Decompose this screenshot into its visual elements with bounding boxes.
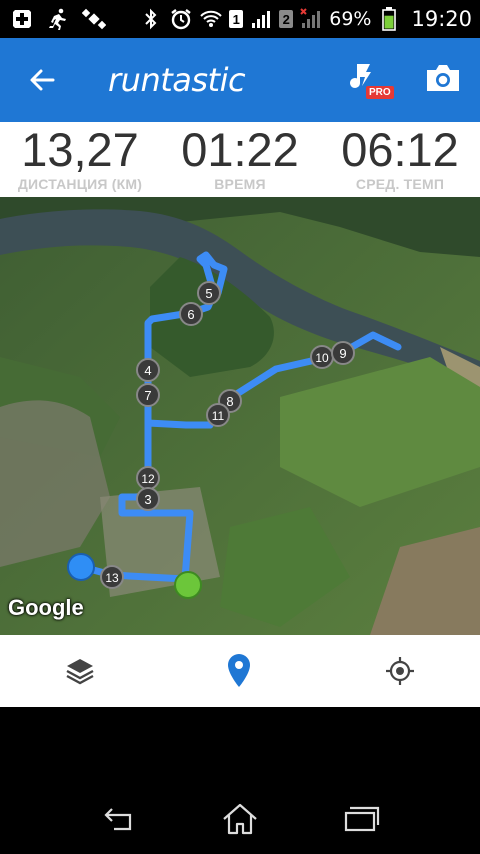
map-toolbar (0, 635, 480, 707)
camera-button[interactable] (424, 62, 464, 98)
map-pin-button[interactable] (219, 651, 259, 691)
svg-text:4: 4 (144, 363, 151, 378)
map-pin-icon (228, 654, 250, 687)
nav-back-button[interactable] (98, 801, 142, 837)
wifi-icon (199, 7, 223, 31)
svg-text:6: 6 (187, 307, 194, 322)
stat-distance: 13,27 ДИСТАНЦИЯ (КМ) (0, 122, 160, 197)
svg-text:13: 13 (105, 571, 119, 585)
svg-text:11: 11 (212, 409, 225, 423)
pace-label: СРЕД. ТЕМП (355, 176, 445, 192)
end-point-marker[interactable] (174, 571, 202, 599)
time-label: ВРЕМЯ (214, 176, 266, 192)
battery-icon (377, 7, 401, 31)
signal-no-service-icon (299, 7, 323, 31)
svg-text:3: 3 (144, 492, 151, 507)
distance-label: ДИСТАНЦИЯ (КМ) (17, 176, 143, 192)
recent-apps-icon (344, 806, 380, 832)
km-marker-12: 12 (136, 466, 160, 490)
svg-text:10: 10 (315, 351, 329, 365)
km-marker-6: 6 (179, 302, 203, 326)
music-button[interactable]: PRO (346, 58, 396, 104)
back-button[interactable] (22, 60, 62, 100)
navigation-bar (0, 707, 480, 854)
back-icon (104, 808, 132, 831)
time-value: 01:22 (181, 123, 299, 176)
km-marker-5: 5 (197, 281, 221, 305)
google-attribution: Google (8, 595, 84, 620)
camera-icon (427, 65, 459, 91)
home-icon (223, 803, 257, 835)
satellite-imagery: 5 6 4 7 8 11 10 9 12 3 13 (0, 197, 480, 635)
layers-button[interactable] (60, 651, 100, 691)
runtastic-logo: runtastic (108, 61, 246, 99)
stat-pace: 06:12 СРЕД. ТЕМП (320, 122, 480, 197)
pace-value: 06:12 (341, 123, 459, 176)
signal-icon (249, 7, 273, 31)
distance-value: 13,27 (21, 123, 139, 176)
my-location-button[interactable] (380, 651, 420, 691)
km-marker-4: 4 (136, 358, 160, 382)
layers-icon (66, 659, 94, 685)
clock: 19:20 (411, 7, 472, 31)
svg-text:7: 7 (144, 388, 151, 403)
km-marker-7: 7 (136, 383, 160, 407)
km-marker-10: 10 (310, 345, 334, 369)
pro-badge: PRO (366, 86, 394, 99)
route-map[interactable]: 5 6 4 7 8 11 10 9 12 3 13 Google (0, 197, 480, 635)
bluetooth-icon (139, 7, 163, 31)
stats-panel: 13,27 ДИСТАНЦИЯ (КМ) 01:22 ВРЕМЯ 06:12 С… (0, 122, 480, 197)
status-bar: 1 2 69% 19:20 (0, 0, 480, 38)
sim1-indicator: 1 (229, 10, 244, 28)
start-point-marker[interactable] (67, 553, 95, 581)
stat-time: 01:22 ВРЕМЯ (160, 122, 320, 197)
svg-text:5: 5 (205, 286, 212, 301)
sim2-indicator: 2 (279, 10, 294, 28)
plus-box-icon (10, 7, 34, 31)
km-marker-3: 3 (136, 487, 160, 511)
running-person-icon (46, 7, 70, 31)
nav-home-button[interactable] (218, 801, 262, 837)
satellite-icon (82, 7, 106, 31)
svg-text:9: 9 (339, 346, 346, 361)
svg-text:8: 8 (226, 394, 233, 409)
km-marker-9: 9 (331, 341, 355, 365)
km-marker-11: 11 (206, 403, 230, 427)
svg-text:12: 12 (141, 472, 155, 486)
app-bar: runtastic PRO (0, 38, 480, 122)
nav-recent-apps-button[interactable] (338, 801, 382, 837)
battery-percent: 69% (329, 8, 372, 30)
alarm-clock-icon (169, 7, 193, 31)
my-location-icon (386, 657, 414, 685)
back-arrow-icon (30, 69, 55, 91)
km-marker-13: 13 (100, 565, 124, 589)
